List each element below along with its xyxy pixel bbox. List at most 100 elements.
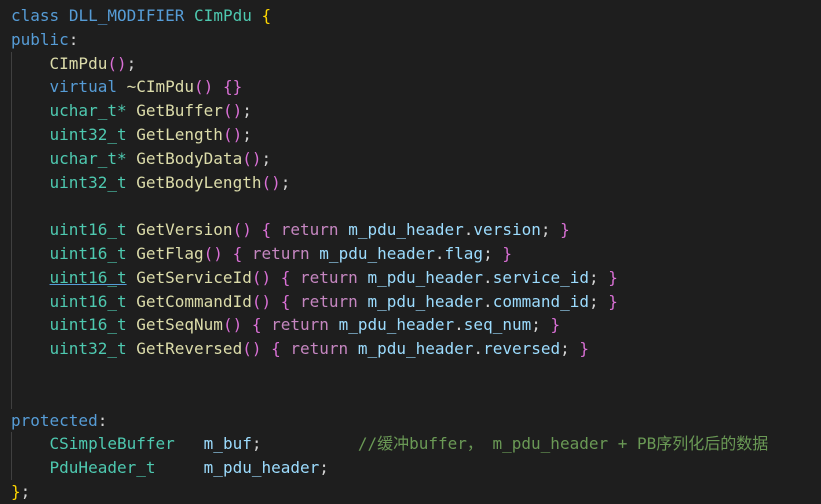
- open-brace: {: [280, 291, 291, 311]
- member-field: version: [473, 220, 541, 240]
- open-brace: {: [232, 243, 243, 263]
- member-field: seq_num: [463, 315, 532, 335]
- function-name: GetBodyData: [136, 148, 243, 168]
- parens: (): [222, 101, 243, 121]
- function-name: GetFlag: [136, 243, 204, 263]
- code-line-getbodylength[interactable]: uint32_t GetBodyLength();: [0, 170, 821, 195]
- function-name: ~CImPdu: [126, 77, 195, 97]
- return-type: uint32_t: [49, 172, 127, 192]
- indent-guide: [11, 384, 12, 409]
- return-type: uint16_t: [49, 291, 127, 311]
- member-field: service_id: [492, 267, 590, 287]
- member-field: reversed: [483, 339, 561, 359]
- indent-guide: [11, 51, 12, 76]
- open-brace: {: [261, 6, 272, 25]
- member-object: m_pdu_header: [367, 291, 484, 311]
- code-comment: //缓冲buffer， m_pdu_header + PB序列化后的数据: [357, 434, 769, 454]
- indent-guide: [11, 146, 12, 171]
- dot: .: [434, 243, 445, 263]
- member-object: m_pdu_header: [348, 220, 464, 240]
- member-object: m_pdu_header: [357, 339, 474, 359]
- open-brace: {: [261, 220, 272, 240]
- member-field: flag: [444, 243, 484, 263]
- code-line-getversion[interactable]: uint16_t GetVersion() { return m_pdu_hea…: [0, 218, 821, 242]
- indent-guide: [11, 265, 12, 290]
- function-name: GetReversed: [136, 339, 243, 359]
- return-type: uint32_t: [49, 124, 127, 144]
- code-line-blank[interactable]: [0, 194, 821, 219]
- code-line-member-buf[interactable]: CSimpleBuffer m_buf; //缓冲buffer， m_pdu_h…: [0, 432, 821, 457]
- code-line-getcommandid[interactable]: uint16_t GetCommandId() { return m_pdu_h…: [0, 289, 821, 314]
- code-line-class-end[interactable]: };: [0, 480, 821, 504]
- indent-guide: [11, 194, 12, 219]
- code-line-getseqnum[interactable]: uint16_t GetSeqNum() { return m_pdu_head…: [0, 313, 821, 338]
- function-name: GetBuffer: [136, 101, 223, 121]
- code-line-getbuffer[interactable]: uchar_t* GetBuffer();: [0, 99, 821, 123]
- keyword-virtual: virtual: [49, 77, 117, 97]
- code-line-getreversed[interactable]: uint32_t GetReversed() { return m_pdu_he…: [0, 337, 821, 361]
- function-name: GetLength: [136, 124, 223, 144]
- dot: .: [483, 291, 493, 311]
- code-line-getlength[interactable]: uint32_t GetLength();: [0, 122, 821, 147]
- indent-guide: [11, 360, 12, 385]
- semicolon: ;: [319, 458, 329, 478]
- return-type: uchar_t*: [49, 101, 127, 121]
- semicolon: ;: [483, 243, 493, 263]
- keyword-return: return: [280, 220, 339, 240]
- code-line-blank[interactable]: [0, 384, 821, 409]
- member-type: CSimpleBuffer: [49, 434, 175, 454]
- return-type: uint32_t: [49, 339, 127, 359]
- close-brace: }: [608, 291, 618, 311]
- parens: (): [194, 77, 214, 97]
- parens: (): [107, 53, 127, 73]
- code-line-destructor[interactable]: virtual ~CImPdu() {}: [0, 75, 821, 100]
- code-line-member-header[interactable]: PduHeader_t m_pdu_header;: [0, 456, 821, 480]
- return-type: uchar_t*: [49, 148, 127, 168]
- close-brace: }: [579, 339, 590, 359]
- return-type: uint16_t: [49, 267, 127, 287]
- semicolon: ;: [540, 220, 551, 240]
- keyword-return: return: [300, 267, 358, 287]
- code-line-getbodydata[interactable]: uchar_t* GetBodyData();: [0, 146, 821, 171]
- indent-guide: [11, 122, 12, 147]
- parens: (): [222, 124, 243, 144]
- function-name: CImPdu: [49, 53, 108, 73]
- code-line-blank[interactable]: [0, 360, 821, 385]
- braces: {}: [222, 77, 243, 97]
- semicolon: ;: [560, 339, 570, 359]
- indent-guide: [11, 241, 12, 266]
- dot: .: [454, 315, 464, 335]
- parens: (): [251, 291, 272, 311]
- code-line-getflag[interactable]: uint16_t GetFlag() { return m_pdu_header…: [0, 241, 821, 266]
- member-object: m_pdu_header: [319, 243, 435, 263]
- colon: :: [97, 410, 108, 430]
- indent-guide: [11, 313, 12, 338]
- semicolon: ;: [242, 101, 252, 121]
- parens: (): [261, 172, 281, 192]
- semicolon: ;: [126, 53, 137, 73]
- indent-guide: [11, 432, 12, 457]
- code-editor[interactable]: class DLL_MODIFIER CImPdu { public: CImP…: [0, 4, 821, 504]
- semicolon: ;: [589, 267, 599, 287]
- parens: (): [251, 267, 272, 287]
- semicolon: ;: [261, 148, 272, 168]
- indent-guide: [11, 289, 12, 314]
- code-line-public[interactable]: public:: [0, 28, 821, 52]
- member-object: m_pdu_header: [367, 267, 484, 287]
- open-brace: {: [251, 315, 262, 335]
- code-line-class-decl[interactable]: class DLL_MODIFIER CImPdu {: [0, 4, 821, 28]
- close-brace: }: [502, 243, 512, 263]
- class-name: CImPdu: [194, 6, 252, 25]
- parens: (): [203, 243, 223, 263]
- keyword-protected: protected: [11, 410, 98, 430]
- function-name: GetBodyLength: [136, 172, 262, 192]
- code-line-protected[interactable]: protected:: [0, 409, 821, 433]
- open-brace: {: [280, 267, 291, 287]
- keyword-return: return: [251, 243, 310, 263]
- return-type: uint16_t: [49, 220, 127, 240]
- semicolon: ;: [589, 291, 599, 311]
- keyword-return: return: [290, 339, 349, 359]
- code-line-getserviceid[interactable]: uint16_t GetServiceId() { return m_pdu_h…: [0, 265, 821, 290]
- dot: .: [463, 220, 474, 240]
- code-line-constructor[interactable]: CImPdu();: [0, 51, 821, 76]
